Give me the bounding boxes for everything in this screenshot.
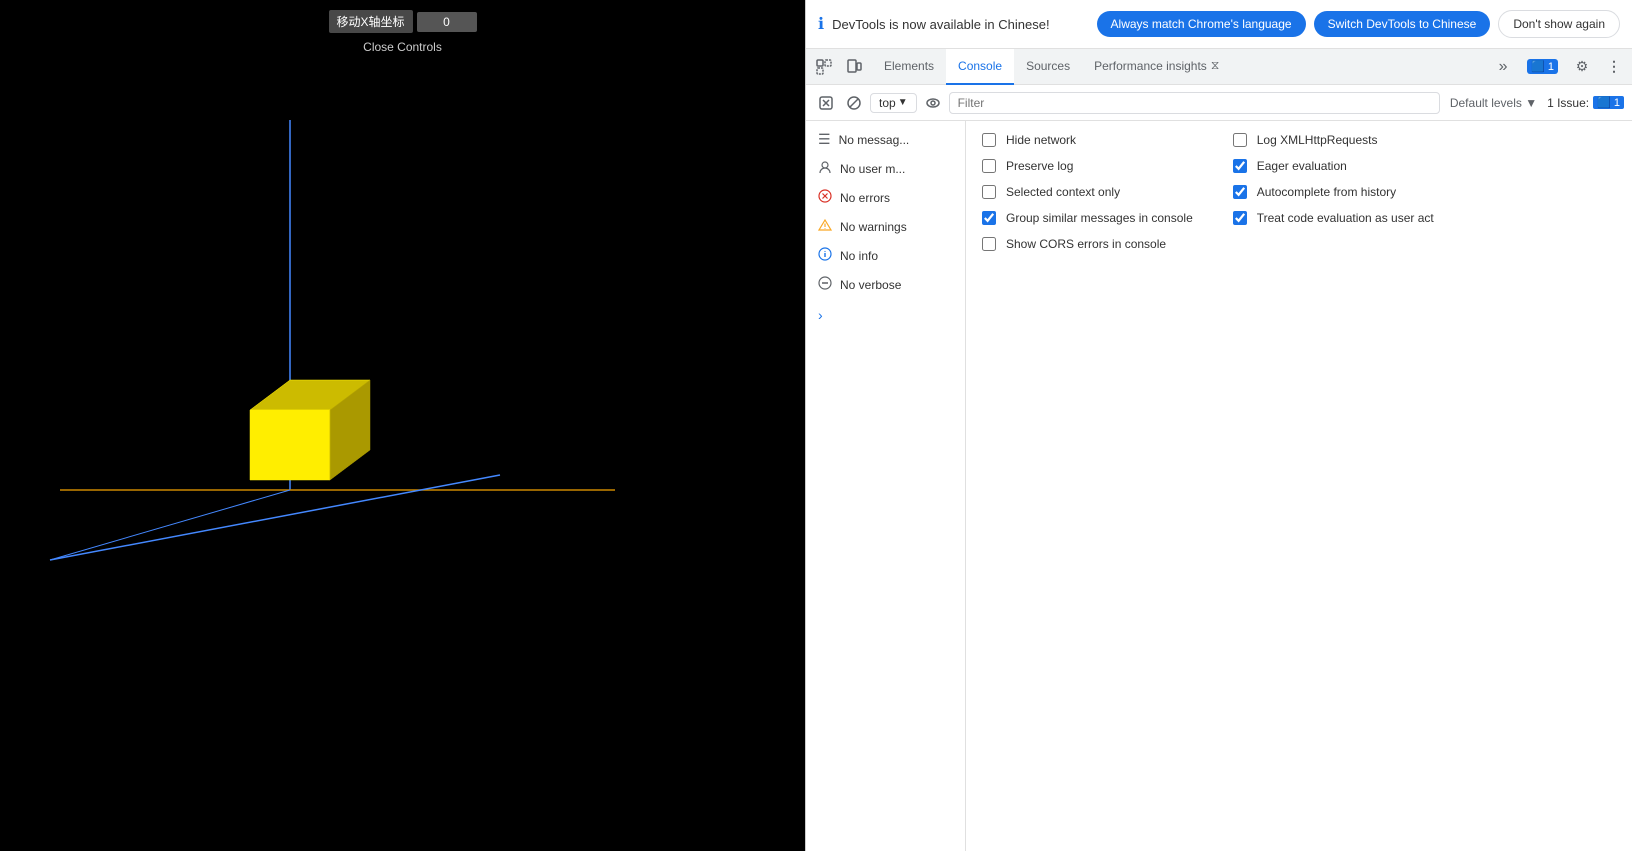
info-label: No info [840, 249, 878, 263]
log-item-errors[interactable]: No errors [806, 183, 965, 212]
issue-count-badge[interactable]: 🟦 1 [1593, 96, 1624, 109]
messages-icon: ☰ [818, 131, 831, 148]
warnings-label: No warnings [840, 220, 907, 234]
toolbar-label: 移动X轴坐标 [328, 10, 412, 33]
selected-context-checkbox[interactable] [982, 185, 996, 199]
filter-selected-context[interactable]: Selected context only [982, 185, 1193, 199]
tab-performance[interactable]: Performance insights ⧖ [1082, 49, 1231, 85]
toolbar-value: 0 [417, 12, 477, 32]
show-cors-label: Show CORS errors in console [1006, 237, 1166, 251]
info-icon: ℹ [818, 14, 824, 34]
scene-panel: 移动X轴坐标 0 Close Controls [0, 0, 805, 851]
treat-code-label: Treat code evaluation as user act [1257, 211, 1434, 225]
warnings-icon [818, 218, 832, 235]
default-levels-dropdown[interactable]: Default levels ▼ [1444, 94, 1543, 112]
filter-input[interactable] [949, 92, 1440, 114]
selected-context-label: Selected context only [1006, 185, 1120, 199]
devtools-tabs: Elements Console Sources Performance ins… [806, 49, 1632, 85]
issue-count: 1 Issue: 🟦 1 [1547, 96, 1624, 110]
filter-options-container: Hide network Preserve log Selected conte… [982, 133, 1616, 251]
eager-eval-label: Eager evaluation [1257, 159, 1347, 173]
devtools-panel: ℹ DevTools is now available in Chinese! … [805, 0, 1632, 851]
show-cors-checkbox[interactable] [982, 237, 996, 251]
notification-text: DevTools is now available in Chinese! [832, 17, 1088, 32]
log-item-user[interactable]: No user m... [806, 154, 965, 183]
log-item-messages[interactable]: ☰ No messag... [806, 125, 965, 154]
eye-icon-button[interactable] [921, 91, 945, 115]
scene-canvas [0, 0, 805, 851]
close-controls-button[interactable]: Close Controls [363, 40, 442, 54]
issues-badge: 🟦 1 [1527, 59, 1558, 74]
filter-group-similar[interactable]: Group similar messages in console [982, 211, 1193, 225]
messages-label: No messag... [839, 133, 910, 147]
errors-icon [818, 189, 832, 206]
eager-eval-checkbox[interactable] [1233, 159, 1247, 173]
info-log-icon [818, 247, 832, 264]
filter-options-right: Log XMLHttpRequests Eager evaluation Aut… [1233, 133, 1434, 251]
tab-icon-group [810, 53, 868, 81]
chevron-down-icon: ▼ [898, 97, 908, 108]
autocomplete-checkbox[interactable] [1233, 185, 1247, 199]
tab-more: » 🟦 1 ⚙ ⋮ [1489, 53, 1628, 81]
more-tabs-button[interactable]: » [1489, 53, 1517, 81]
filter-preserve-log[interactable]: Preserve log [982, 159, 1193, 173]
settings-icon[interactable]: ⚙ [1568, 53, 1596, 81]
treat-code-checkbox[interactable] [1233, 211, 1247, 225]
log-item-warnings[interactable]: No warnings [806, 212, 965, 241]
perf-filter-icon: ⧖ [1211, 58, 1219, 73]
autocomplete-label: Autocomplete from history [1257, 185, 1396, 199]
scene-toolbar: 移动X轴坐标 0 [328, 10, 476, 33]
device-mode-icon[interactable] [840, 53, 868, 81]
user-label: No user m... [840, 162, 905, 176]
more-options-icon[interactable]: ⋮ [1600, 53, 1628, 81]
group-similar-checkbox[interactable] [982, 211, 996, 225]
filter-options-left: Hide network Preserve log Selected conte… [982, 133, 1193, 251]
log-item-verbose[interactable]: No verbose [806, 270, 965, 299]
clear-console-button[interactable] [814, 91, 838, 115]
filter-options-panel: Hide network Preserve log Selected conte… [966, 121, 1632, 851]
log-xml-label: Log XMLHttpRequests [1257, 133, 1378, 147]
errors-label: No errors [840, 191, 890, 205]
console-main: ☰ No messag... No user m... [806, 121, 1632, 851]
console-log-area: ☰ No messag... No user m... [806, 121, 966, 851]
filter-autocomplete[interactable]: Autocomplete from history [1233, 185, 1434, 199]
log-xml-checkbox[interactable] [1233, 133, 1247, 147]
user-icon [818, 160, 832, 177]
filter-hide-network[interactable]: Hide network [982, 133, 1193, 147]
verbose-label: No verbose [840, 278, 901, 292]
top-label: top [879, 96, 896, 110]
console-toolbar: top ▼ Default levels ▼ 1 Issue: 🟦 1 [806, 85, 1632, 121]
notification-bar: ℹ DevTools is now available in Chinese! … [806, 0, 1632, 49]
match-language-button[interactable]: Always match Chrome's language [1097, 11, 1306, 37]
context-selector[interactable]: top ▼ [870, 93, 917, 113]
tab-sources[interactable]: Sources [1014, 49, 1082, 85]
hide-network-checkbox[interactable] [982, 133, 996, 147]
issues-count[interactable]: 🟦 1 [1521, 57, 1564, 76]
expand-arrow[interactable]: › [806, 299, 965, 331]
verbose-icon [818, 276, 832, 293]
preserve-log-checkbox[interactable] [982, 159, 996, 173]
filter-log-xml[interactable]: Log XMLHttpRequests [1233, 133, 1434, 147]
log-item-info[interactable]: No info [806, 241, 965, 270]
ban-icon-button[interactable] [842, 91, 866, 115]
filter-eager-eval[interactable]: Eager evaluation [1233, 159, 1434, 173]
tab-elements[interactable]: Elements [872, 49, 946, 85]
filter-treat-code[interactable]: Treat code evaluation as user act [1233, 211, 1434, 225]
tab-console[interactable]: Console [946, 49, 1014, 85]
hide-network-label: Hide network [1006, 133, 1076, 147]
select-mode-icon[interactable] [810, 53, 838, 81]
group-similar-label: Group similar messages in console [1006, 211, 1193, 225]
preserve-log-label: Preserve log [1006, 159, 1073, 173]
filter-show-cors[interactable]: Show CORS errors in console [982, 237, 1193, 251]
dont-show-again-button[interactable]: Don't show again [1498, 10, 1620, 38]
switch-to-chinese-button[interactable]: Switch DevTools to Chinese [1314, 11, 1491, 37]
